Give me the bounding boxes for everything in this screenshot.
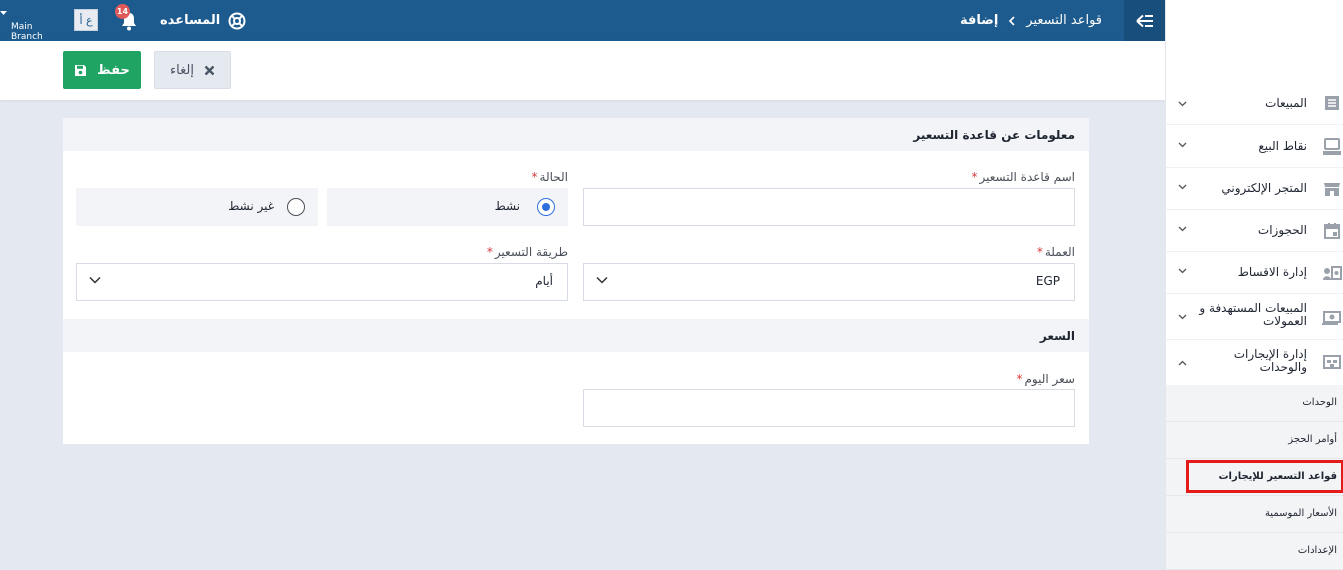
sidebar-item-label: المبيعات المستهدفة و العمولات bbox=[1199, 301, 1307, 328]
section-title-info: معلومات عن قاعدة التسعير bbox=[63, 118, 1089, 151]
required-mark: * bbox=[1016, 372, 1023, 386]
name-field-label: اسم قاعدة التسعير* bbox=[972, 170, 1076, 184]
currency-field-label: العملة* bbox=[1037, 245, 1075, 259]
required-mark: * bbox=[971, 170, 978, 184]
chevron-down-icon bbox=[89, 276, 101, 284]
installments-icon bbox=[1323, 266, 1342, 280]
sidebar-item-label: المبيعات bbox=[1265, 96, 1307, 110]
status-active-radio[interactable]: نشط bbox=[327, 188, 568, 226]
rentals-icon bbox=[1323, 355, 1341, 369]
store-icon bbox=[1324, 183, 1340, 196]
sidebar-item-targeted-sales[interactable]: المبيعات المستهدفة و العمولات bbox=[1166, 294, 1343, 340]
floppy-disk-icon bbox=[75, 64, 87, 76]
sidebar-item-installments[interactable]: إدارة الاقساط bbox=[1166, 252, 1343, 294]
sidebar-item-online-store[interactable]: المتجر الإلكتروني bbox=[1166, 168, 1343, 210]
chevron-up-icon bbox=[1178, 360, 1187, 366]
chevron-down-icon bbox=[596, 276, 608, 284]
pricing-method-label-text: طريقة التسعير bbox=[494, 245, 568, 259]
calendar-icon bbox=[1324, 223, 1340, 239]
sidebar-subitem-settings[interactable]: الإعدادات bbox=[1166, 533, 1343, 570]
chevron-down-icon bbox=[1178, 314, 1187, 320]
sidebar-subitem-label: الإعدادات bbox=[1297, 545, 1337, 556]
branch-selector[interactable]: Main Branch bbox=[0, 11, 66, 42]
help-link[interactable]: المساعده bbox=[160, 0, 246, 41]
breadcrumb: قواعد التسعير إضافة bbox=[960, 0, 1102, 41]
sidebar-item-pos[interactable]: نقاط البيع bbox=[1166, 126, 1343, 168]
sidebar-subitem-label: الوحدات bbox=[1302, 397, 1337, 408]
name-label-text: اسم قاعدة التسعير bbox=[979, 170, 1076, 184]
sidebar-item-label: المتجر الإلكتروني bbox=[1221, 181, 1307, 195]
chevron-down-icon bbox=[1178, 142, 1187, 148]
breadcrumb-parent-link[interactable]: قواعد التسعير bbox=[1026, 13, 1102, 28]
sidebar-subitem-label: الأسعار الموسمية bbox=[1264, 508, 1337, 519]
close-icon bbox=[204, 65, 215, 75]
lifebuoy-icon bbox=[228, 12, 246, 29]
pricing-method-select[interactable]: أيام bbox=[76, 263, 568, 301]
pricing-rule-form: معلومات عن قاعدة التسعير اسم قاعدة التسع… bbox=[63, 118, 1089, 444]
sidebar-item-bookings[interactable]: الحجوزات bbox=[1166, 210, 1343, 252]
required-mark: * bbox=[1036, 245, 1043, 259]
active-item-highlight-box bbox=[1186, 460, 1343, 493]
help-label: المساعده bbox=[160, 13, 221, 28]
sidebar-toggle-button[interactable] bbox=[1124, 0, 1165, 41]
sidebar-item-label: نقاط البيع bbox=[1258, 139, 1307, 153]
required-mark: * bbox=[486, 245, 493, 259]
sidebar-subitem-label: أوامر الحجز bbox=[1288, 434, 1337, 445]
day-price-input[interactable] bbox=[583, 389, 1075, 427]
status-field-label: الحالة* bbox=[532, 170, 568, 184]
branch-name: Main Branch bbox=[11, 22, 43, 42]
sales-list-icon bbox=[1325, 96, 1339, 110]
chevron-left-icon bbox=[1008, 15, 1016, 26]
status-active-label: نشط bbox=[494, 199, 520, 213]
sidebar-subitem-seasonal-prices[interactable]: الأسعار الموسمية bbox=[1166, 496, 1343, 533]
caret-down-icon bbox=[0, 11, 7, 15]
notification-count-badge: 14 bbox=[115, 4, 130, 19]
sidebar-item-label: إدارة الاقساط bbox=[1237, 265, 1307, 279]
status-label-text: الحالة bbox=[539, 170, 568, 184]
chevron-down-icon bbox=[1178, 268, 1187, 274]
chevron-down-icon bbox=[1178, 101, 1187, 107]
status-inactive-radio[interactable]: غير نشط bbox=[76, 188, 318, 226]
save-label: حفظ bbox=[97, 62, 130, 78]
radio-checked-icon bbox=[537, 198, 555, 216]
sidebar-item-rentals[interactable]: إدارة الإيجارات والوحدات bbox=[1166, 340, 1343, 386]
top-bar: قواعد التسعير إضافة المساعده 14 ع أ Main… bbox=[0, 0, 1165, 42]
day-price-label-text: سعر اليوم bbox=[1024, 372, 1075, 386]
language-switcher[interactable]: ع أ bbox=[74, 9, 98, 31]
section-title-price: السعر bbox=[63, 319, 1089, 352]
chevron-down-icon bbox=[1178, 184, 1187, 190]
pricing-method-field-label: طريقة التسعير* bbox=[487, 245, 568, 259]
sidebar-item-sales[interactable]: المبيعات bbox=[1166, 83, 1343, 125]
day-price-field-label: سعر اليوم* bbox=[1016, 372, 1075, 386]
radio-unchecked-icon bbox=[287, 198, 305, 216]
sidebar-item-label: إدارة الإيجارات والوحدات bbox=[1233, 347, 1307, 374]
currency-select[interactable]: EGP bbox=[583, 263, 1075, 301]
pos-terminal-icon bbox=[1323, 138, 1341, 155]
breadcrumb-current: إضافة bbox=[959, 13, 999, 28]
sidebar: المبيعات نقاط البيع المتجر الإلكتروني ال… bbox=[1165, 0, 1343, 570]
status-inactive-label: غير نشط bbox=[228, 199, 274, 213]
currency-value: EGP bbox=[1035, 274, 1060, 288]
sidebar-item-label: الحجوزات bbox=[1257, 223, 1307, 237]
currency-label-text: العملة bbox=[1044, 245, 1075, 259]
cancel-label: إلغاء bbox=[170, 62, 194, 78]
sidebar-subitem-booking-orders[interactable]: أوامر الحجز bbox=[1166, 422, 1343, 459]
action-bar: حفظ إلغاء bbox=[0, 41, 1165, 100]
pricing-rule-name-input[interactable] bbox=[583, 188, 1075, 226]
menu-arrow-icon bbox=[1135, 14, 1153, 27]
save-button[interactable]: حفظ bbox=[63, 51, 141, 89]
sidebar-subitem-units[interactable]: الوحدات bbox=[1166, 385, 1343, 422]
notifications-button[interactable]: 14 bbox=[115, 4, 140, 32]
cancel-button[interactable]: إلغاء bbox=[154, 51, 231, 89]
required-mark: * bbox=[531, 170, 538, 184]
chevron-down-icon bbox=[1178, 226, 1187, 232]
money-icon bbox=[1322, 311, 1341, 325]
pricing-method-value: أيام bbox=[535, 274, 553, 288]
